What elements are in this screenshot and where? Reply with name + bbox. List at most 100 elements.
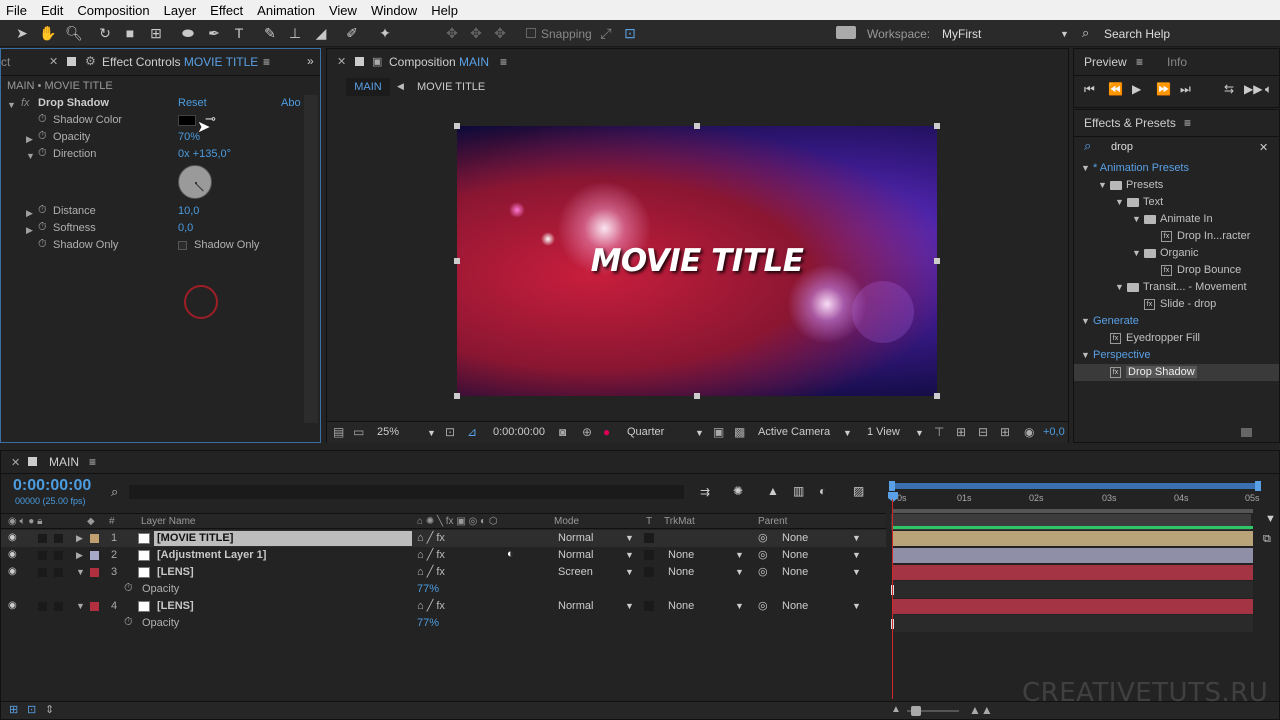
motion-blur-icon[interactable]: ◐ [819, 484, 826, 498]
last-frame-icon[interactable]: ⏭ [1180, 82, 1191, 97]
shy-layers-icon[interactable]: ▲ [767, 484, 779, 498]
always-preview-icon[interactable]: ▤ [333, 425, 344, 439]
snapping-checkbox[interactable] [526, 28, 536, 38]
show-snapshot-icon[interactable]: ⊕ [582, 425, 592, 439]
tab-project[interactable]: ct [1, 49, 10, 75]
twirl-down-icon[interactable]: ▼ [1081, 350, 1090, 360]
lock-checkbox[interactable] [54, 568, 63, 577]
menu-layer[interactable]: Layer [164, 3, 197, 18]
chevron-down-icon[interactable]: ▼ [625, 533, 634, 543]
panel-menu-icon[interactable]: ≡ [89, 455, 96, 469]
panel-menu-icon[interactable]: ≡ [263, 55, 270, 69]
label-color[interactable] [90, 551, 99, 560]
work-area-start-handle[interactable] [889, 481, 895, 491]
preserve-transparency-checkbox[interactable] [644, 601, 654, 611]
effects-tree-item[interactable]: ▼ Generate [1074, 313, 1279, 330]
layer-name[interactable]: [LENS] [157, 566, 194, 578]
twirl-right-icon[interactable]: ▶ [26, 208, 33, 219]
axis-view-icon[interactable]: ✥ [490, 23, 510, 43]
label-color[interactable] [90, 602, 99, 611]
menu-animation[interactable]: Animation [257, 3, 315, 18]
chevron-down-icon[interactable]: ▼ [843, 428, 852, 438]
puppet-tool-icon[interactable]: ✦ [375, 23, 395, 43]
roto-brush-tool-icon[interactable]: ✐ [342, 23, 362, 43]
adjustment-layer-switch-icon[interactable]: ◐ [507, 548, 514, 560]
property-value[interactable]: 77% [417, 617, 439, 629]
graph-editor-icon[interactable]: ▨ [853, 484, 864, 498]
toggle-switches-icon[interactable]: ⊞ [9, 703, 18, 716]
shadow-color-swatch[interactable] [178, 115, 196, 126]
transform-handle[interactable] [934, 258, 940, 264]
table-row[interactable]: ◉ ▼ 3 [LENS] ⌂ ╱ fx Screen ▼ None ▼ ◎ None ▼ [1, 564, 886, 581]
layer-duration-bar[interactable] [893, 565, 1253, 580]
twirl-icon[interactable]: ▶ [76, 550, 83, 561]
camera-dropdown[interactable]: Active Camera [758, 426, 830, 438]
lock-track-icon[interactable]: ⧉ [1263, 533, 1271, 546]
chevron-down-icon[interactable]: ▼ [735, 601, 744, 611]
menu-edit[interactable]: Edit [41, 3, 63, 18]
stopwatch-icon[interactable]: ⏱ [124, 582, 133, 595]
stopwatch-icon[interactable]: ⏱ [124, 616, 133, 629]
loop-icon[interactable]: ⇆ [1224, 82, 1234, 96]
axis-world-icon[interactable]: ✥ [466, 23, 486, 43]
eye-icon[interactable]: ◉ [8, 566, 17, 577]
tab-info[interactable]: Info [1167, 49, 1187, 75]
transform-handle[interactable] [934, 123, 940, 129]
twirl-icon[interactable]: ▼ [76, 601, 85, 611]
layer-name[interactable]: [MOVIE TITLE] [157, 532, 233, 544]
layer-switches-icon[interactable]: ⌂ ╱ fx [417, 548, 445, 561]
close-icon[interactable]: ✕ [337, 55, 346, 68]
chevron-down-icon[interactable]: ▼ [735, 550, 744, 560]
effects-tree-item[interactable]: ▼ Animate In [1074, 211, 1279, 228]
new-item-icon[interactable] [1241, 428, 1252, 437]
comp-button-icon[interactable]: ▼ [1265, 513, 1276, 525]
layer-duration-bar[interactable] [893, 548, 1253, 563]
twirl-down-icon[interactable]: ▼ [1115, 282, 1124, 292]
stopwatch-icon[interactable]: ⏱ [38, 147, 47, 160]
transform-handle[interactable] [454, 123, 460, 129]
table-row[interactable]: ◉ ▶ 1 [MOVIE TITLE] ⌂ ╱ fx Normal ▼ ◎ None ▼ [1, 530, 886, 547]
composition-viewer-canvas[interactable]: MOVIE TITLE [457, 126, 937, 396]
pan-behind-tool-icon[interactable]: ⊞ [146, 23, 166, 43]
brush-tool-icon[interactable]: ✎ [260, 23, 280, 43]
direction-value[interactable]: 0x +135,0° [178, 148, 231, 160]
comp-mini-flowchart-icon[interactable]: ⇉ [700, 485, 710, 499]
timeline-icon[interactable]: ⊟ [978, 425, 988, 439]
snap-grid-icon[interactable]: ⊡ [620, 23, 640, 43]
zoom-tool-icon[interactable]: 🔍︎ [64, 23, 84, 43]
chevron-down-icon[interactable]: ▼ [625, 601, 634, 611]
chevron-down-icon[interactable]: ▼ [695, 428, 704, 438]
effects-tree-item[interactable]: ▼ Text [1074, 194, 1279, 211]
draft-3d-icon[interactable]: ✺ [733, 484, 743, 498]
twirl-down-icon[interactable]: ▼ [1081, 163, 1090, 173]
layer-duration-bar[interactable] [893, 531, 1253, 546]
twirl-down-icon[interactable]: ▼ [26, 151, 35, 161]
workspace-chevron-down-icon[interactable]: ▼ [1060, 29, 1069, 39]
search-icon[interactable]: ⌕ [111, 484, 118, 500]
views-dropdown[interactable]: 1 View [867, 426, 900, 438]
transform-handle[interactable] [454, 393, 460, 399]
chevron-down-icon[interactable]: ▼ [852, 601, 861, 611]
opacity-value[interactable]: 70% [178, 131, 200, 143]
about-button[interactable]: Abo [281, 97, 301, 109]
twirl-down-icon[interactable]: ▼ [1132, 214, 1141, 224]
effects-tree-item[interactable]: ▼ * Animation Presets [1074, 160, 1279, 177]
table-row[interactable]: ◉ ▼ 4 [LENS] ⌂ ╱ fx Normal ▼ None ▼ ◎ None ▼ [1, 598, 886, 615]
chevron-down-icon[interactable]: ▼ [625, 567, 634, 577]
pickwhip-icon[interactable]: ◎ [758, 531, 768, 544]
pickwhip-icon[interactable]: ◎ [758, 599, 768, 612]
chevron-down-icon[interactable]: ▼ [852, 533, 861, 543]
table-row[interactable]: ◉ ▶ 2 [Adjustment Layer 1] ⌂ ╱ fx ◐ Normal ▼ Non… [1, 547, 886, 564]
work-area-bar[interactable] [891, 483, 1257, 489]
eraser-tool-icon[interactable]: ◢ [311, 23, 331, 43]
lock-checkbox[interactable] [54, 534, 63, 543]
label-color[interactable] [90, 568, 99, 577]
transform-handle[interactable] [934, 393, 940, 399]
panel-lock-icon[interactable] [355, 57, 364, 66]
preserve-transparency-checkbox[interactable] [644, 533, 654, 543]
comp-nav-movie-title[interactable]: MOVIE TITLE [417, 81, 485, 93]
ram-preview-icon[interactable]: ▶▶ [1244, 82, 1262, 96]
zoom-slider-handle[interactable] [911, 706, 921, 716]
region-of-interest-icon[interactable]: ⊡ [445, 425, 455, 439]
twirl-right-icon[interactable]: ▶ [26, 225, 33, 236]
